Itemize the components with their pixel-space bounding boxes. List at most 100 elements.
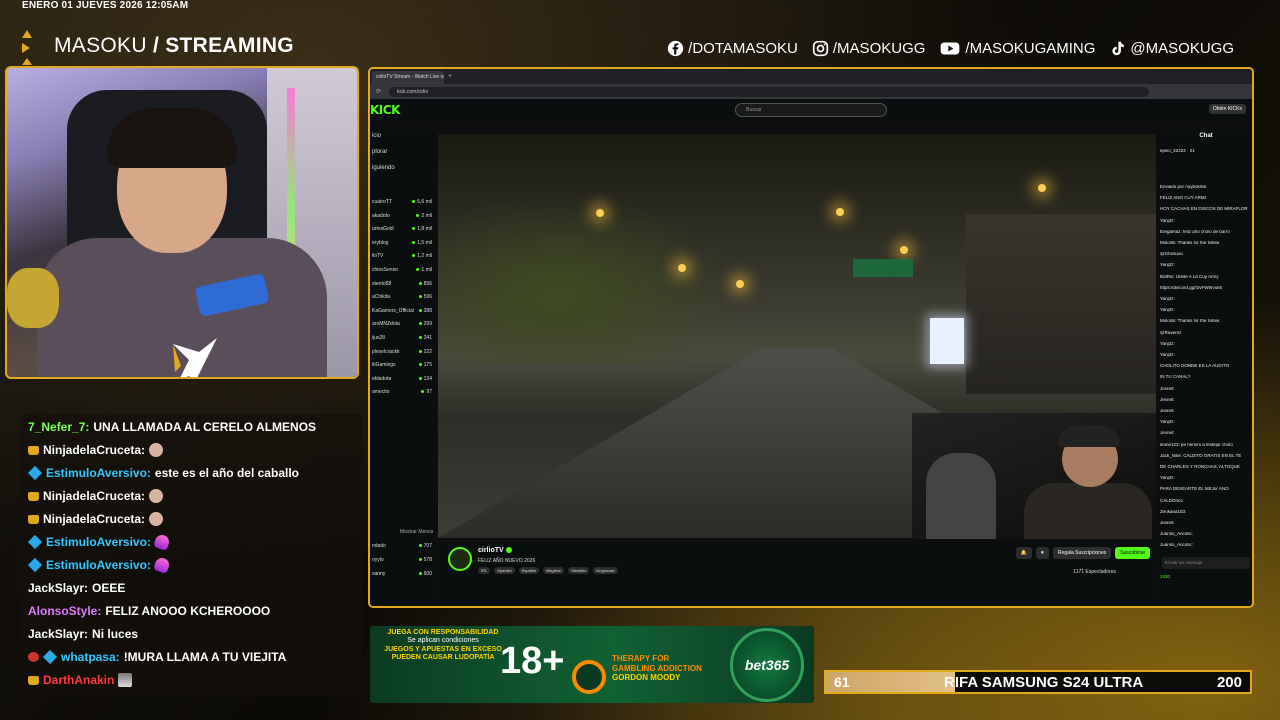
stream-tag[interactable]: Español xyxy=(518,567,540,574)
sidebar-channel-viewers: 896 xyxy=(418,281,432,287)
kick-chat-message: Yanj3z: xyxy=(1160,353,1175,357)
kick-chat-message: Jexnet: xyxy=(1160,386,1175,391)
face-emote-icon xyxy=(149,443,164,457)
reload-icon[interactable]: ⟳ xyxy=(376,88,381,95)
browser-address-bar: ⟳ kick.com/cirlio xyxy=(370,84,1252,99)
sidebar-channel-viewers: 222 xyxy=(418,349,432,355)
sidebar-recommended-channel[interactable]: sanny xyxy=(372,571,385,577)
kick-chat: Chat epsio_22222 · 21 Enviar un mensaje … xyxy=(1158,129,1252,606)
chat-username[interactable]: whatpasa: xyxy=(61,650,120,664)
brand-title: MASOKU / STREAMING xyxy=(54,34,294,58)
streamer-name[interactable]: cirlioTV xyxy=(478,547,512,554)
sidebar-nav-item[interactable]: plorar xyxy=(372,149,387,155)
kick-chat-message: Jexnet: xyxy=(1160,397,1175,402)
sidebar-channel[interactable]: lioTV xyxy=(372,253,383,259)
streamer-avatar[interactable] xyxy=(448,547,472,571)
get-kicks-button[interactable]: Obtén KICKs xyxy=(1208,104,1246,114)
sidebar-channel[interactable]: ebladota xyxy=(372,376,391,382)
kick-chat-message: Jexnet: xyxy=(1160,409,1175,413)
sidebar-channel[interactable]: KaGamers_Official xyxy=(372,308,414,314)
img-emote-icon xyxy=(118,673,133,687)
sidebar-recommended-channel[interactable]: oyylo xyxy=(372,557,384,563)
stream-tag[interactable]: IRL xyxy=(478,567,491,574)
browser-capture: cirlioTV Stream - Watch Live on + ⟳ kick… xyxy=(368,67,1254,608)
social-facebook-label: /DOTAMASOKU xyxy=(688,40,798,57)
kick-chat-message: Juanito_Ancotic: xyxy=(1160,543,1194,548)
overlay-chat-line: EstimuloAversivo: este es el año del caba… xyxy=(27,465,299,481)
chat-username[interactable]: EstimuloAversivo: xyxy=(46,466,151,480)
browser-tabbar: cirlioTV Stream - Watch Live on + xyxy=(370,69,1252,84)
gift-subs-button[interactable]: Regala Suscripciones xyxy=(1052,547,1112,559)
chat-message-input[interactable]: Enviar un mensaje xyxy=(1162,557,1250,569)
sidebar-channel[interactable]: eryblog xyxy=(372,240,388,246)
brand-streaming: / STREAMING xyxy=(152,34,294,57)
social-links: /DOTAMASOKU /MASOKUGG /MASOKUGAMING @MAS… xyxy=(667,40,1234,57)
new-tab-icon[interactable]: + xyxy=(448,73,452,80)
face-emote-icon xyxy=(149,512,164,526)
sidebar-channel[interactable]: cuatroTT xyxy=(372,199,392,205)
sidebar-channel-viewers: 1 mil xyxy=(416,267,432,273)
bell-icon[interactable]: 🔔 xyxy=(1015,547,1032,559)
sidebar-nav-item[interactable]: icio xyxy=(372,133,381,139)
sidebar-channel-viewers: 299 xyxy=(418,321,432,327)
sidebar-channel[interactable]: ltiGamings xyxy=(372,362,396,368)
facebook-icon xyxy=(668,40,684,57)
sidebar-channel-viewers: 600 xyxy=(418,571,432,577)
cube-badge-icon xyxy=(42,649,58,665)
sidebar-channel[interactable]: akadoto xyxy=(372,213,390,219)
kick-logo[interactable]: KICK xyxy=(370,103,400,117)
url-field[interactable]: kick.com/cirlio xyxy=(389,86,1150,97)
chat-username[interactable]: NinjadelaCruceta: xyxy=(43,489,145,503)
stream-tag[interactable]: Stecktfol xyxy=(568,567,590,574)
chat-username[interactable]: AlonsoStyle: xyxy=(28,604,101,618)
kick-sidebar: icio plorar iguiendo cuatroTT 5,6 mil akadoto… xyxy=(370,129,436,606)
stream-tag[interactable]: Mitgleke xyxy=(543,567,565,574)
fox-mascot-icon xyxy=(173,338,217,377)
crown-badge-icon xyxy=(28,514,39,524)
crown-badge-icon xyxy=(28,491,39,501)
kick-search-input[interactable]: Buscar xyxy=(735,103,887,117)
chat-username[interactable]: JackSlayr: xyxy=(28,581,88,595)
chat-message: Ni luces xyxy=(92,627,139,641)
subscribe-button[interactable]: Suscribirse xyxy=(1115,547,1150,559)
sidebar-channel[interactable]: pleselcrackk xyxy=(372,349,400,355)
chat-username[interactable]: JackSlayr: xyxy=(28,627,88,641)
overlay-chat-line: EstimuloAversivo: xyxy=(27,533,171,551)
show-less-link[interactable]: Mostrar Menos xyxy=(400,529,433,535)
kick-chat-message: leone123: pe hereim a festejar cholo xyxy=(1160,442,1233,447)
pinned-user: epsio_22222 · 21 xyxy=(1160,149,1195,153)
sidebar-recommended-channel[interactable]: ndado xyxy=(372,543,386,549)
sidebar-channel-viewers: 596 xyxy=(418,294,432,300)
sidebar-channel-viewers: 175 xyxy=(418,362,432,368)
sidebar-channel[interactable]: chiesSenior xyxy=(372,267,398,273)
sidebar-channel[interactable]: ijus28 xyxy=(372,335,385,341)
stream-tag[interactable]: kinghouse xyxy=(593,567,618,574)
social-instagram: /MASOKUGG xyxy=(812,40,925,57)
sidebar-channel-viewers: 1,8 mil xyxy=(412,226,432,232)
face-emote-icon xyxy=(149,489,164,503)
chat-username[interactable]: NinjadelaCruceta: xyxy=(43,443,145,457)
chat-username[interactable]: NinjadelaCruceta: xyxy=(43,512,145,526)
sidebar-channel[interactable]: aroMNZdota xyxy=(372,321,400,327)
sidebar-channel[interactable]: urinaGold xyxy=(372,226,394,232)
stream-tag[interactable]: Spanish xyxy=(494,567,515,574)
ad-therapy-text: THERAPY FOR GAMBLING ADDICTION GORDON MO… xyxy=(612,654,702,683)
heart-icon[interactable]: ♥ xyxy=(1035,547,1049,559)
chat-username[interactable]: EstimuloAversivo: xyxy=(46,558,151,572)
stream-tags: IRL Spanish Español Mitgleke Stecktfol kingho… xyxy=(478,567,618,574)
sidebar-channel[interactable]: aChikita xyxy=(372,294,390,300)
chat-username[interactable]: DarthAnakin xyxy=(43,673,114,687)
sidebar-channel[interactable]: stento58 xyxy=(372,281,391,287)
chat-username[interactable]: EstimuloAversivo: xyxy=(46,535,151,549)
kick-chat-message: Juanito_Ancotic: xyxy=(1160,532,1194,537)
browser-tab[interactable]: cirlioTV Stream - Watch Live on xyxy=(372,71,444,84)
kick-chat-message: Enviado por nuyboklick xyxy=(1160,185,1207,189)
sidebar-channel[interactable]: amecito xyxy=(372,389,390,395)
chat-username[interactable]: 7_Nefer_7: xyxy=(28,420,89,434)
viewer-count: 1171 Espectadores xyxy=(1073,569,1116,575)
sidebar-nav-item[interactable]: iguiendo xyxy=(372,165,395,171)
bet365-ad-banner: JUEGA CON RESPONSABILIDAD Se aplican con… xyxy=(370,626,814,703)
kick-chat-message: Yanj3z: xyxy=(1160,308,1175,313)
gordon-moody-icon xyxy=(572,660,606,694)
raffle-title: RIFA SAMSUNG S24 ULTRA xyxy=(944,673,1144,691)
